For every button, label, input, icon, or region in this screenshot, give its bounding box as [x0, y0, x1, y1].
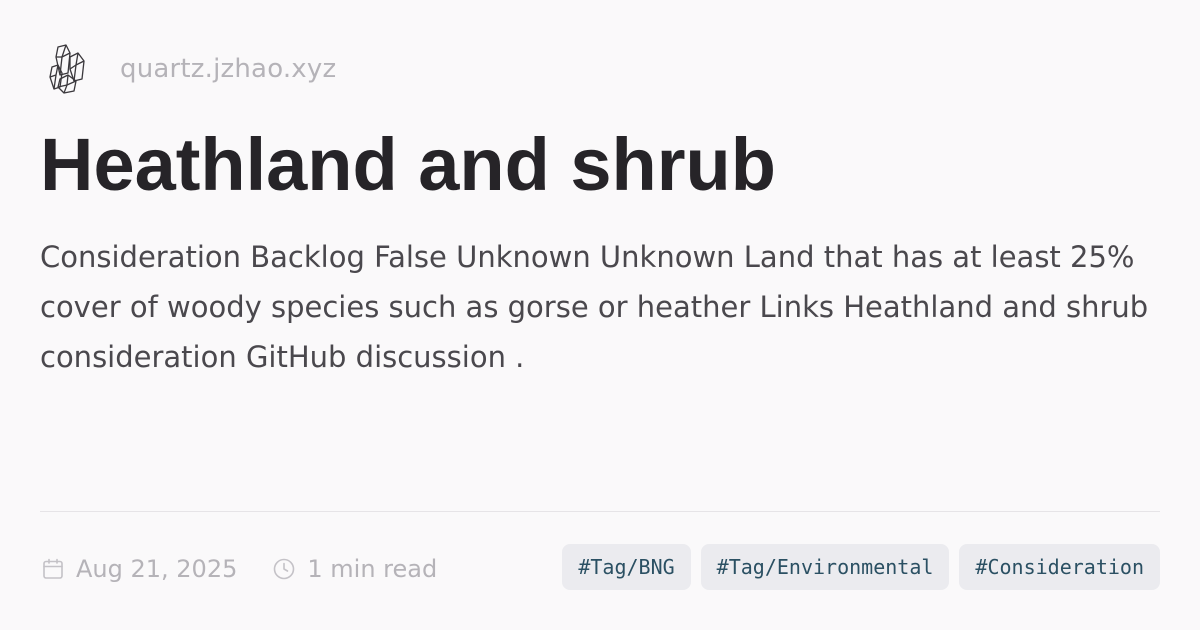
site-header: quartz.jzhao.xyz — [44, 40, 336, 98]
page-title: Heathland and shrub — [40, 123, 776, 206]
tag-list: #Tag/BNG #Tag/Environmental #Considerati… — [562, 544, 1160, 590]
crystal-cluster-icon — [44, 41, 92, 97]
reading-time: 1 min read — [271, 555, 437, 583]
article-description: Consideration Backlog False Unknown Unkn… — [40, 240, 1149, 374]
publish-date-text: Aug 21, 2025 — [76, 555, 238, 583]
clock-icon — [271, 556, 297, 582]
og-card: quartz.jzhao.xyz Heathland and shrub Con… — [0, 0, 1200, 630]
reading-time-text: 1 min read — [307, 555, 438, 583]
publish-date: Aug 21, 2025 — [40, 555, 237, 583]
tag-chip-bng[interactable]: #Tag/BNG — [562, 544, 691, 590]
divider — [40, 511, 1160, 512]
site-name[interactable]: quartz.jzhao.xyz — [120, 54, 336, 84]
tag-chip-consideration[interactable]: #Consideration — [959, 544, 1160, 590]
article-meta: Aug 21, 2025 1 min read — [40, 546, 471, 592]
tag-chip-environmental[interactable]: #Tag/Environmental — [700, 544, 950, 590]
calendar-icon — [40, 556, 66, 582]
